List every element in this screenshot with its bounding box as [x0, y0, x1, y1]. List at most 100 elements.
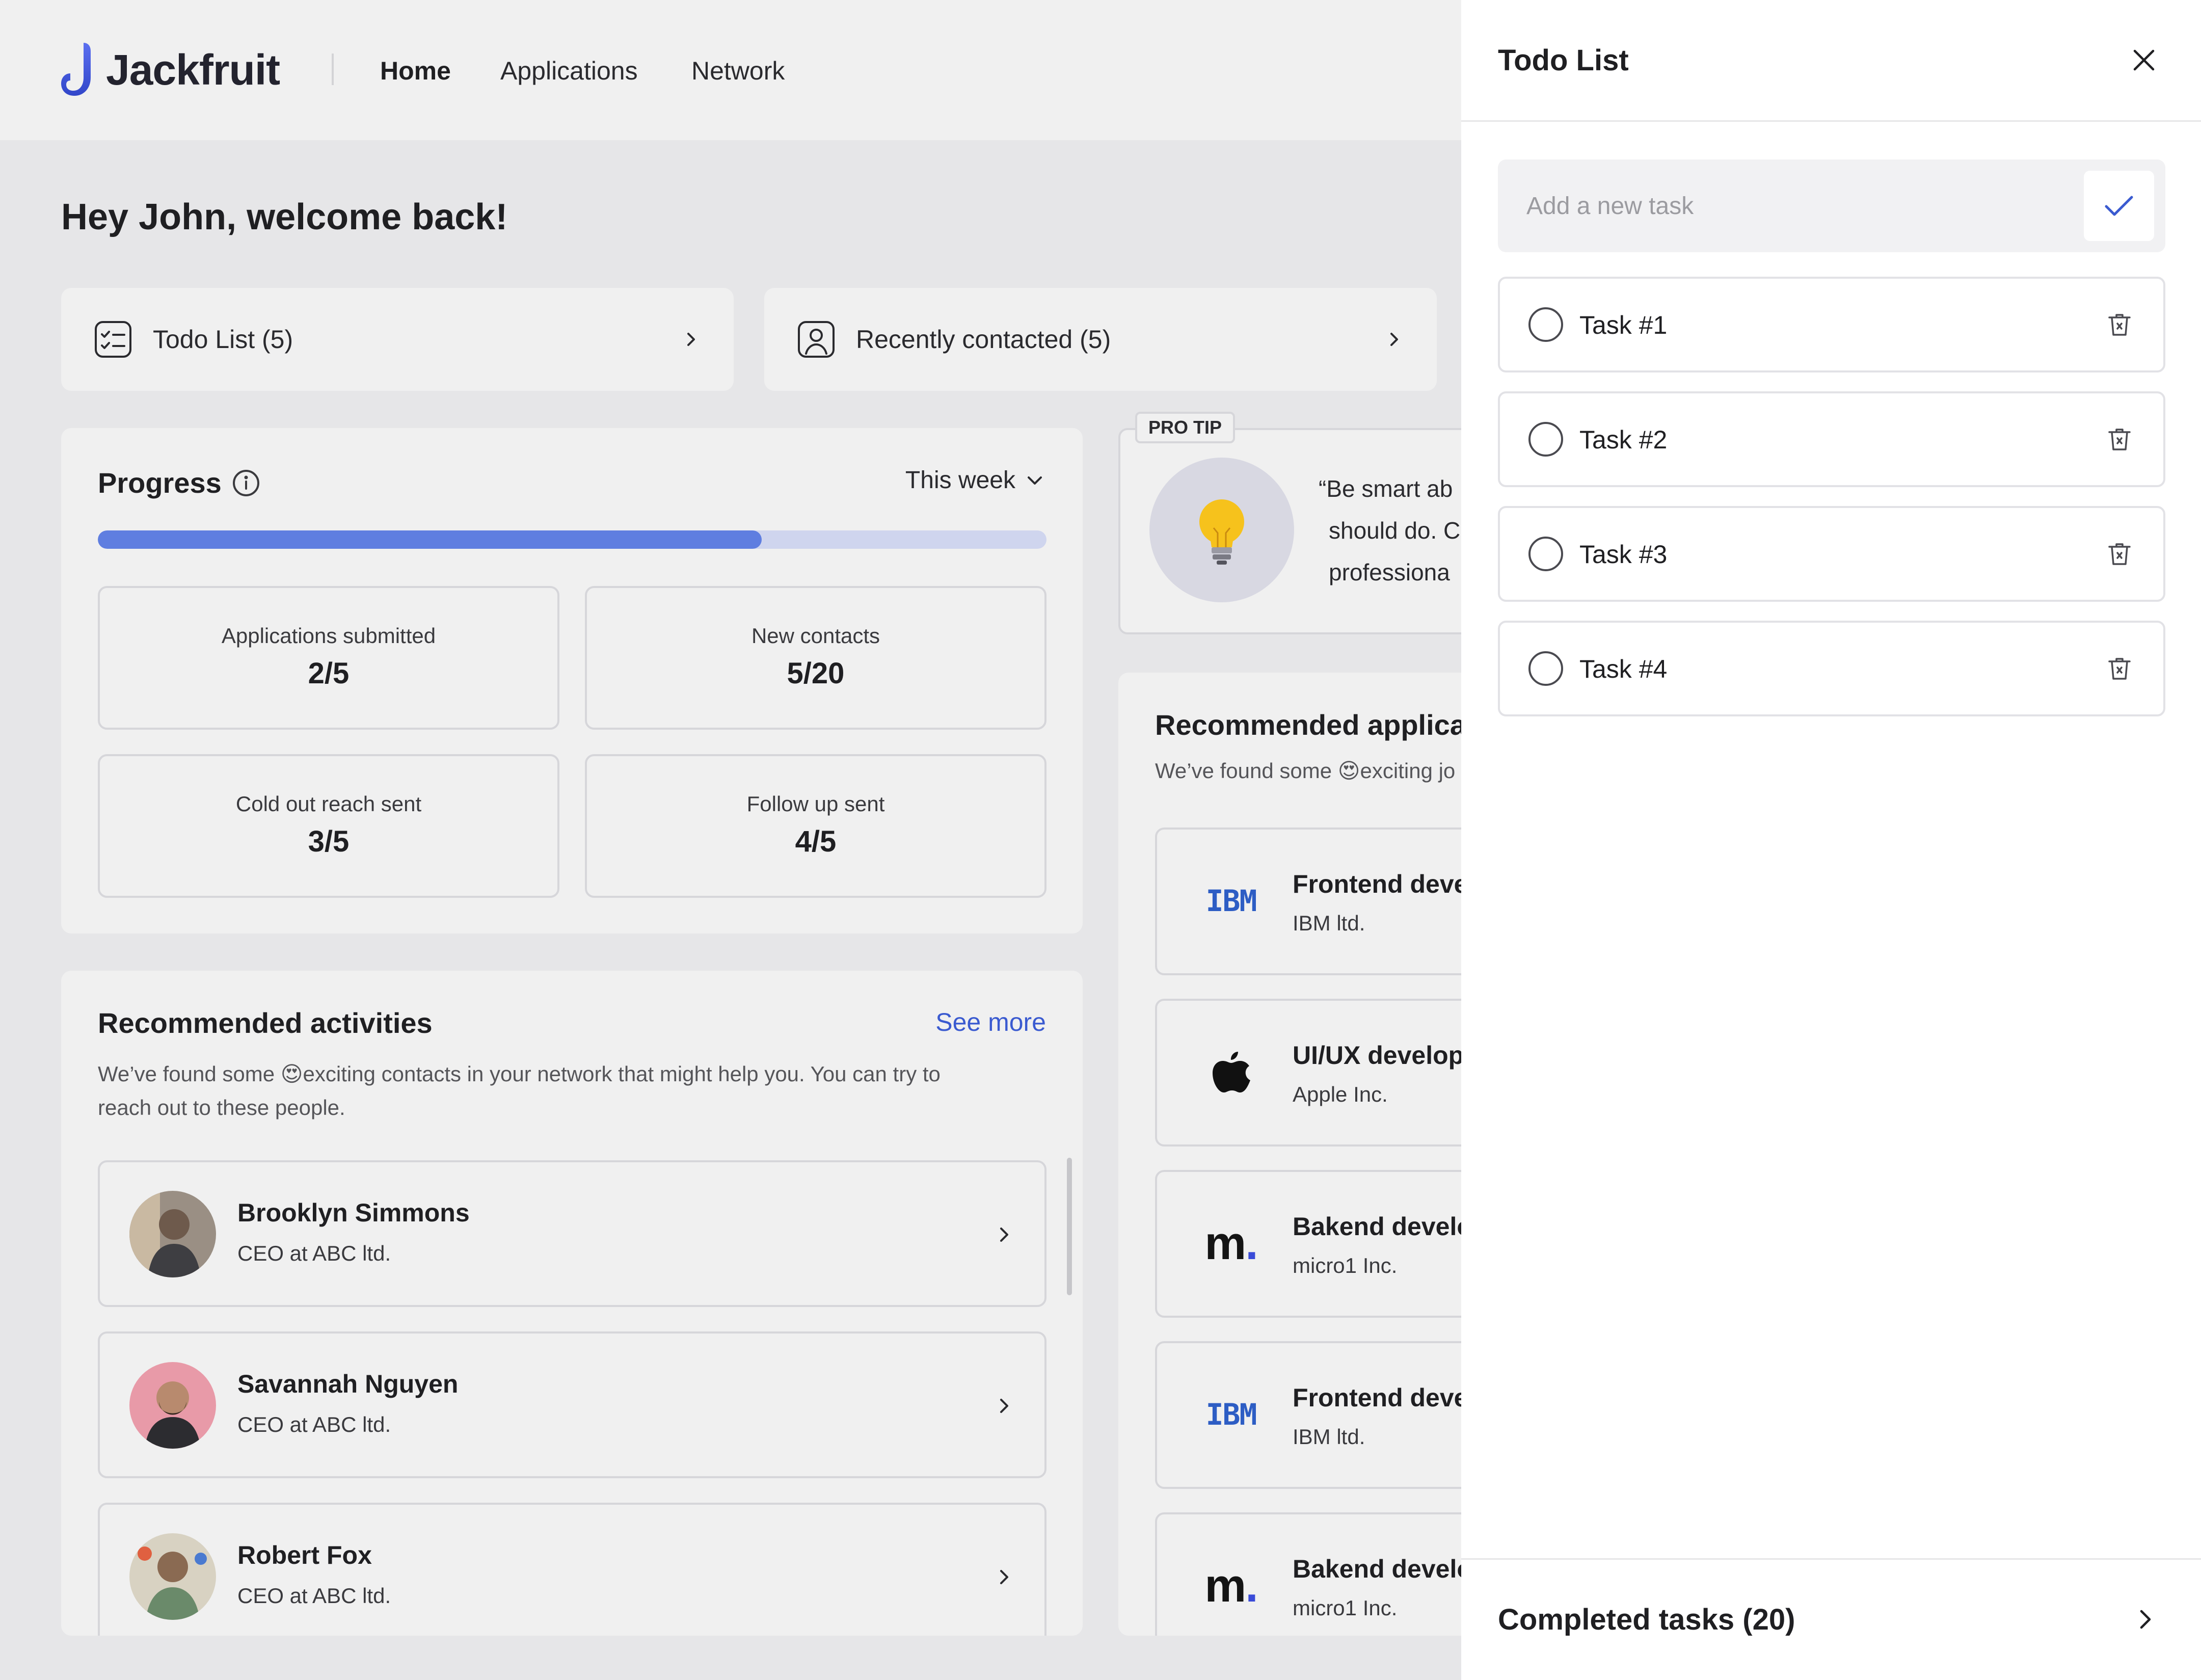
job-item[interactable]: IBM Frontend deve IBM ltd.	[1155, 1341, 1475, 1489]
stat-applications: Applications submitted 2/5	[98, 586, 559, 730]
activities-title: Recommended activities	[98, 1007, 433, 1039]
stat-value: 3/5	[308, 825, 350, 858]
contact-card-icon	[798, 321, 835, 358]
contact-name: Brooklyn Simmons	[237, 1198, 470, 1227]
contact-name: Robert Fox	[237, 1541, 372, 1569]
micro1-logo-icon: m.	[1204, 1559, 1258, 1612]
job-title: Frontend deve	[1293, 870, 1468, 898]
task-item: Task #1	[1498, 277, 2165, 372]
job-title: Frontend deve	[1293, 1383, 1468, 1412]
stat-value: 2/5	[308, 657, 350, 690]
apple-logo-icon	[1198, 1047, 1264, 1098]
recently-contacted-label: Recently contacted (5)	[856, 325, 1111, 354]
todo-drawer: Todo List Task #1 Task #2 Task #3 Task #…	[1461, 0, 2201, 1680]
stat-value: 4/5	[795, 825, 837, 858]
contact-item[interactable]: Robert Fox CEO at ABC ltd.	[98, 1503, 1046, 1636]
nav-applications[interactable]: Applications	[500, 56, 638, 86]
app-name: Jackfruit	[106, 45, 280, 94]
add-task-button[interactable]	[2084, 171, 2154, 241]
nav-network[interactable]: Network	[691, 56, 785, 86]
recommended-activities-card: Recommended activities See more We’ve fo…	[61, 971, 1083, 1636]
ibm-logo-text: IBM	[1205, 1397, 1257, 1432]
stat-label: Cold out reach sent	[235, 792, 422, 816]
completed-tasks-link[interactable]: Completed tasks (20)	[1498, 1603, 1795, 1637]
task-checkbox[interactable]	[1528, 307, 1563, 342]
job-title: Bakend develo	[1293, 1555, 1472, 1583]
todo-list-label: Todo List (5)	[153, 325, 293, 354]
chevron-right-icon	[1000, 1228, 1008, 1242]
pro-tip-badge: PRO TIP	[1135, 412, 1236, 443]
avatar	[129, 1533, 216, 1620]
contact-item[interactable]: Savannah Nguyen CEO at ABC ltd.	[98, 1331, 1046, 1478]
chevron-right-icon	[1390, 333, 1398, 346]
completed-divider	[1461, 1558, 2201, 1560]
job-company: Apple Inc.	[1293, 1082, 1388, 1106]
stat-cold-outreach: Cold out reach sent 3/5	[98, 754, 559, 898]
job-title: UI/UX develop	[1293, 1041, 1464, 1070]
trash-icon[interactable]	[2104, 309, 2135, 340]
drawer-title: Todo List	[1498, 44, 1629, 77]
close-icon[interactable]	[2129, 45, 2159, 75]
trash-icon[interactable]	[2104, 424, 2135, 455]
task-label: Task #4	[1579, 655, 1668, 683]
see-more-link[interactable]: See more	[935, 1007, 1046, 1037]
drawer-divider	[1461, 120, 2201, 122]
job-item[interactable]: UI/UX develop Apple Inc.	[1155, 999, 1475, 1146]
stat-follow-up: Follow up sent 4/5	[585, 754, 1046, 898]
contact-item[interactable]: Brooklyn Simmons CEO at ABC ltd.	[98, 1160, 1046, 1307]
checklist-icon	[95, 321, 131, 358]
top-header: Jackfruit Home Applications Network	[0, 0, 1461, 140]
ibm-logo-text: IBM	[1205, 884, 1257, 918]
activities-scrollbar[interactable]	[1067, 1158, 1072, 1295]
task-checkbox[interactable]	[1528, 651, 1563, 686]
trash-icon[interactable]	[2104, 653, 2135, 684]
stat-value: 5/20	[787, 657, 845, 690]
activities-desc-line: We’ve found some 😍exciting contacts in y…	[98, 1062, 941, 1086]
ibm-logo-icon: IBM	[1198, 1389, 1264, 1440]
progress-title: Progress	[98, 466, 260, 499]
recently-contacted-link[interactable]: Recently contacted (5)	[764, 288, 1437, 391]
contact-name: Savannah Nguyen	[237, 1370, 459, 1398]
chevron-right-icon	[687, 333, 695, 346]
job-item[interactable]: m. Bakend develo micro1 Inc.	[1155, 1170, 1475, 1318]
header-divider	[332, 54, 334, 85]
task-label: Task #3	[1579, 540, 1668, 569]
task-checkbox[interactable]	[1528, 537, 1563, 571]
contact-role: CEO at ABC ltd.	[237, 1412, 391, 1436]
job-company: micro1 Inc.	[1293, 1254, 1398, 1277]
recommended-applications-card: Recommended applicat We’ve found some 😍e…	[1118, 673, 1475, 1636]
chevron-right-icon[interactable]	[2131, 1605, 2159, 1634]
stat-new-contacts: New contacts 5/20	[585, 586, 1046, 730]
task-label: Task #2	[1579, 425, 1668, 454]
job-item[interactable]: IBM Frontend deve IBM ltd.	[1155, 828, 1475, 975]
check-icon	[2105, 196, 2133, 216]
chevron-right-icon	[1000, 1570, 1008, 1584]
progress-bar-fill	[98, 530, 762, 549]
applications-description: We’ve found some 😍exciting jo	[1155, 759, 1456, 783]
pro-tip-quote: “Be smart ab	[1319, 475, 1453, 502]
period-dropdown-value: This week	[905, 467, 1015, 494]
micro1-logo-text: m	[1204, 1217, 1246, 1269]
contact-role: CEO at ABC ltd.	[237, 1584, 391, 1608]
task-checkbox[interactable]	[1528, 422, 1563, 457]
task-item: Task #3	[1498, 506, 2165, 602]
welcome-greeting: Hey John, welcome back!	[61, 197, 508, 237]
micro1-logo-icon: m.	[1204, 1217, 1258, 1269]
task-label: Task #1	[1579, 311, 1668, 339]
trash-icon[interactable]	[2104, 539, 2135, 569]
task-item: Task #2	[1498, 391, 2165, 487]
activities-desc-line: reach out to these people.	[98, 1096, 345, 1119]
pro-tip-quote: should do. C	[1329, 517, 1461, 544]
nav-home[interactable]: Home	[380, 56, 451, 86]
period-dropdown[interactable]: This week	[905, 466, 1046, 494]
pro-tip-quote: professiona	[1329, 559, 1450, 585]
applications-title: Recommended applicat	[1155, 709, 1475, 741]
chevron-down-icon	[1028, 476, 1042, 485]
app-logo[interactable]: Jackfruit	[60, 42, 280, 98]
info-icon[interactable]	[232, 469, 260, 497]
job-item[interactable]: m. Bakend develo micro1 Inc.	[1155, 1512, 1475, 1636]
todo-list-link[interactable]: Todo List (5)	[61, 288, 734, 391]
activities-description: We’ve found some 😍exciting contacts in y…	[98, 1057, 1066, 1125]
add-task-input[interactable]	[1526, 188, 2036, 224]
job-company: IBM ltd.	[1293, 911, 1365, 935]
